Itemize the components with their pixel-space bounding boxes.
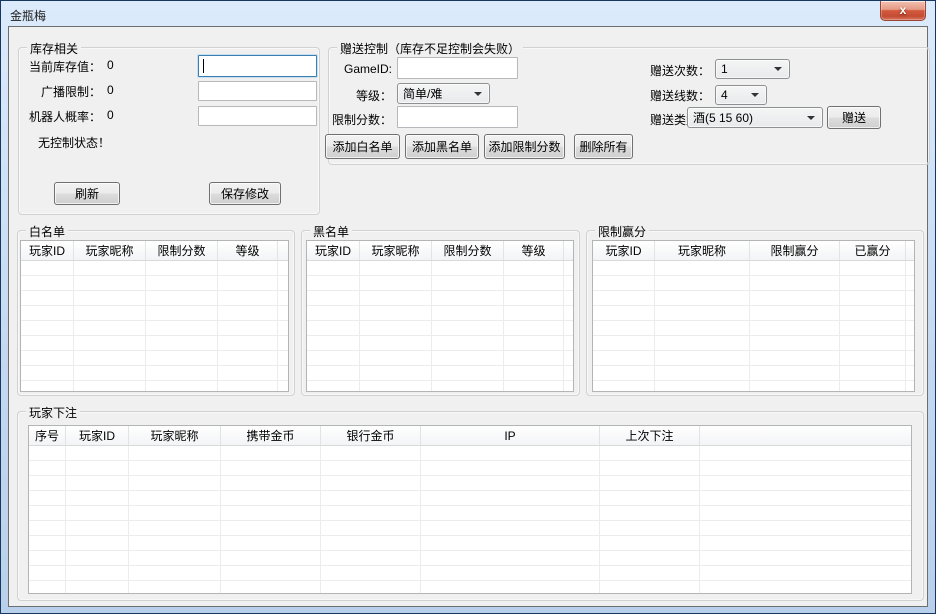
- gameid-input[interactable]: [397, 57, 518, 79]
- broadcast-limit-row: 广播限制： 0: [23, 83, 114, 100]
- robot-probability-value: 0: [107, 108, 114, 125]
- gameid-label: GameID:: [330, 62, 392, 76]
- chevron-down-icon: [807, 116, 815, 120]
- column-header[interactable]: 等级: [218, 241, 278, 260]
- blacklist-table[interactable]: 玩家ID 玩家昵称 限制分数 等级: [306, 240, 574, 392]
- current-stock-row: 当前库存值： 0: [23, 58, 114, 75]
- limit-win-header: 玩家ID 玩家昵称 限制赢分 已赢分: [593, 241, 914, 261]
- add-blacklist-button[interactable]: 添加黑名单: [405, 134, 479, 159]
- column-header[interactable]: 玩家昵称: [360, 241, 432, 260]
- blacklist-body[interactable]: [307, 261, 573, 391]
- gift-lines-select[interactable]: 4: [715, 85, 767, 105]
- player-bets-body[interactable]: [29, 446, 911, 593]
- app-window: 金瓶梅 x 库存相关 当前库存值： 0 广播限制： 0 机器人概率： 0 无控制…: [0, 0, 936, 614]
- column-header[interactable]: 限制分数: [146, 241, 218, 260]
- column-header[interactable]: 等级: [504, 241, 564, 260]
- add-whitelist-button[interactable]: 添加白名单: [325, 134, 400, 159]
- player-bets-group-label: 玩家下注: [26, 404, 80, 421]
- chevron-down-icon: [751, 93, 759, 97]
- whitelist-group-label: 白名单: [26, 223, 68, 240]
- column-header[interactable]: 玩家ID: [21, 241, 74, 260]
- current-stock-label: 当前库存值：: [23, 58, 101, 75]
- current-stock-value: 0: [107, 58, 114, 75]
- column-header[interactable]: IP: [421, 426, 600, 445]
- save-button[interactable]: 保存修改: [209, 182, 281, 205]
- column-header[interactable]: 序号: [29, 426, 66, 445]
- column-header[interactable]: 上次下注: [600, 426, 700, 445]
- column-header[interactable]: 已赢分: [840, 241, 906, 260]
- blacklist-header: 玩家ID 玩家昵称 限制分数 等级: [307, 241, 573, 261]
- titlebar[interactable]: 金瓶梅: [1, 1, 935, 26]
- limit-score-label: 限制分数：: [330, 111, 392, 128]
- column-header[interactable]: 限制赢分: [750, 241, 840, 260]
- control-status-text: 无控制状态！: [38, 134, 110, 151]
- close-button[interactable]: x: [880, 1, 926, 21]
- column-header-spacer: [906, 241, 914, 260]
- limit-win-group-label: 限制赢分: [595, 223, 649, 240]
- client-area: 库存相关 当前库存值： 0 广播限制： 0 机器人概率： 0 无控制状态！ 刷新…: [8, 26, 928, 607]
- gift-times-value: 1: [721, 62, 728, 76]
- limit-score-input[interactable]: [397, 106, 518, 128]
- whitelist-table[interactable]: 玩家ID 玩家昵称 限制分数 等级: [20, 240, 289, 392]
- gift-lines-label: 赠送线数：: [621, 87, 710, 104]
- column-header[interactable]: 玩家昵称: [74, 241, 146, 260]
- close-icon: x: [900, 3, 907, 17]
- robot-probability-label: 机器人概率：: [23, 108, 101, 125]
- broadcast-limit-input[interactable]: [198, 81, 317, 101]
- column-header[interactable]: 携带金币: [221, 426, 321, 445]
- text-caret: [203, 59, 204, 73]
- gift-type-select[interactable]: 酒(5 15 60): [687, 107, 823, 128]
- level-select[interactable]: 简单/难: [397, 83, 490, 104]
- player-bets-table[interactable]: 序号 玩家ID 玩家昵称 携带金币 银行金币 IP 上次下注: [28, 425, 912, 594]
- column-header[interactable]: 玩家ID: [66, 426, 129, 445]
- add-limit-score-button[interactable]: 添加限制分数: [484, 134, 565, 159]
- whitelist-header: 玩家ID 玩家昵称 限制分数 等级: [21, 241, 288, 261]
- limit-win-body[interactable]: [593, 261, 914, 391]
- column-header-spacer: [700, 426, 911, 445]
- column-header[interactable]: 银行金币: [321, 426, 421, 445]
- gift-lines-value: 4: [721, 88, 728, 102]
- delete-all-button[interactable]: 删除所有: [574, 134, 633, 159]
- broadcast-limit-value: 0: [107, 83, 114, 100]
- give-button[interactable]: 赠送: [827, 106, 881, 129]
- gift-type-value: 酒(5 15 60): [693, 109, 753, 126]
- inventory-group-label: 库存相关: [27, 40, 81, 57]
- column-header-spacer: [564, 241, 573, 260]
- chevron-down-icon: [474, 92, 482, 96]
- level-label: 等级：: [330, 87, 392, 104]
- window-title: 金瓶梅: [10, 7, 46, 24]
- refresh-button[interactable]: 刷新: [54, 182, 120, 205]
- broadcast-limit-label: 广播限制：: [23, 83, 101, 100]
- chevron-down-icon: [774, 67, 782, 71]
- robot-probability-row: 机器人概率： 0: [23, 108, 114, 125]
- level-selected-value: 简单/难: [403, 85, 442, 102]
- blacklist-group-label: 黑名单: [310, 223, 352, 240]
- column-header[interactable]: 玩家昵称: [129, 426, 221, 445]
- robot-probability-input[interactable]: [198, 106, 317, 126]
- column-header[interactable]: 限制分数: [432, 241, 504, 260]
- player-bets-header: 序号 玩家ID 玩家昵称 携带金币 银行金币 IP 上次下注: [29, 426, 911, 446]
- column-header-spacer: [278, 241, 288, 260]
- gift-times-select[interactable]: 1: [715, 59, 790, 79]
- column-header[interactable]: 玩家ID: [307, 241, 360, 260]
- column-header[interactable]: 玩家昵称: [655, 241, 750, 260]
- column-header[interactable]: 玩家ID: [593, 241, 655, 260]
- current-stock-input[interactable]: [198, 55, 317, 77]
- whitelist-body[interactable]: [21, 261, 288, 391]
- limit-win-table[interactable]: 玩家ID 玩家昵称 限制赢分 已赢分: [592, 240, 915, 392]
- gift-times-label: 赠送次数：: [621, 62, 710, 79]
- gift-control-group-label: 赠送控制（库存不足控制会失败）: [337, 40, 523, 57]
